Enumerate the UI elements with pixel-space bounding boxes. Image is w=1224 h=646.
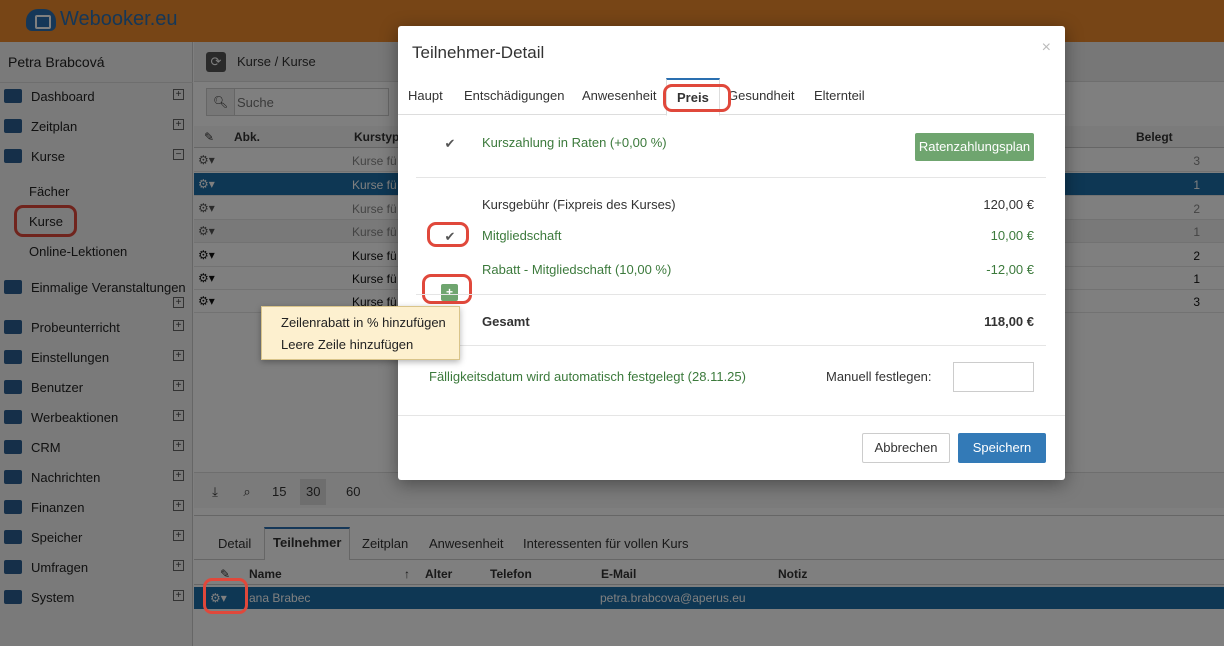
dialog-tabs: Haupt Entschädigungen Anwesenheit Preis … <box>398 78 1065 116</box>
total-label: Gesamt <box>482 314 530 329</box>
tab-preis[interactable]: Preis <box>666 78 720 116</box>
divider <box>416 345 1046 346</box>
course-fee-label: Kursgebühr (Fixpreis des Kurses) <box>482 197 676 212</box>
menu-item-empty-line[interactable]: Leere Zeile hinzufügen <box>281 337 413 352</box>
membership-checkbox[interactable]: ✔ <box>442 229 458 245</box>
add-line-menu: Zeilenrabatt in % hinzufügen Leere Zeile… <box>261 306 460 360</box>
discount-label: Rabatt - Mitgliedschaft (10,00 %) <box>482 262 672 277</box>
close-icon[interactable]: × <box>1042 39 1051 57</box>
tab-entschaedigungen[interactable]: Entschädigungen <box>464 88 564 103</box>
membership-label: Mitgliedschaft <box>482 228 562 243</box>
tab-haupt[interactable]: Haupt <box>408 88 443 103</box>
membership-amount: 10,00 € <box>990 228 1034 243</box>
manual-date-label: Manuell festlegen: <box>826 369 932 384</box>
dialog-title: Teilnehmer-Detail <box>412 43 545 62</box>
cancel-button[interactable]: Abbrechen <box>862 433 950 463</box>
tab-gesundheit[interactable]: Gesundheit <box>728 88 795 103</box>
installment-plan-button[interactable]: Ratenzahlungsplan <box>915 133 1034 161</box>
course-fee-amount: 120,00 € <box>983 197 1034 212</box>
divider <box>416 294 1046 295</box>
price-panel: ✔ Kurszahlung in Raten (+0,00 %) Ratenza… <box>398 115 1065 415</box>
participant-detail-dialog: Teilnehmer-Detail × Haupt Entschädigunge… <box>398 26 1065 480</box>
save-button[interactable]: Speichern <box>958 433 1046 463</box>
divider <box>416 177 1046 178</box>
manual-date-input[interactable] <box>953 362 1034 392</box>
menu-item-line-discount[interactable]: Zeilenrabatt in % hinzufügen <box>281 315 446 330</box>
tab-anwesenheit[interactable]: Anwesenheit <box>582 88 656 103</box>
installments-checkbox[interactable]: ✔ <box>442 136 458 152</box>
due-date-label: Fälligkeitsdatum wird automatisch festge… <box>429 369 746 384</box>
tab-elternteil[interactable]: Elternteil <box>814 88 865 103</box>
dialog-footer: Abbrechen Speichern <box>398 415 1065 480</box>
total-amount: 118,00 € <box>984 314 1034 329</box>
add-line-button[interactable]: + <box>441 284 458 301</box>
installments-label: Kurszahlung in Raten (+0,00 %) <box>482 135 667 150</box>
discount-amount: -12,00 € <box>986 262 1034 277</box>
